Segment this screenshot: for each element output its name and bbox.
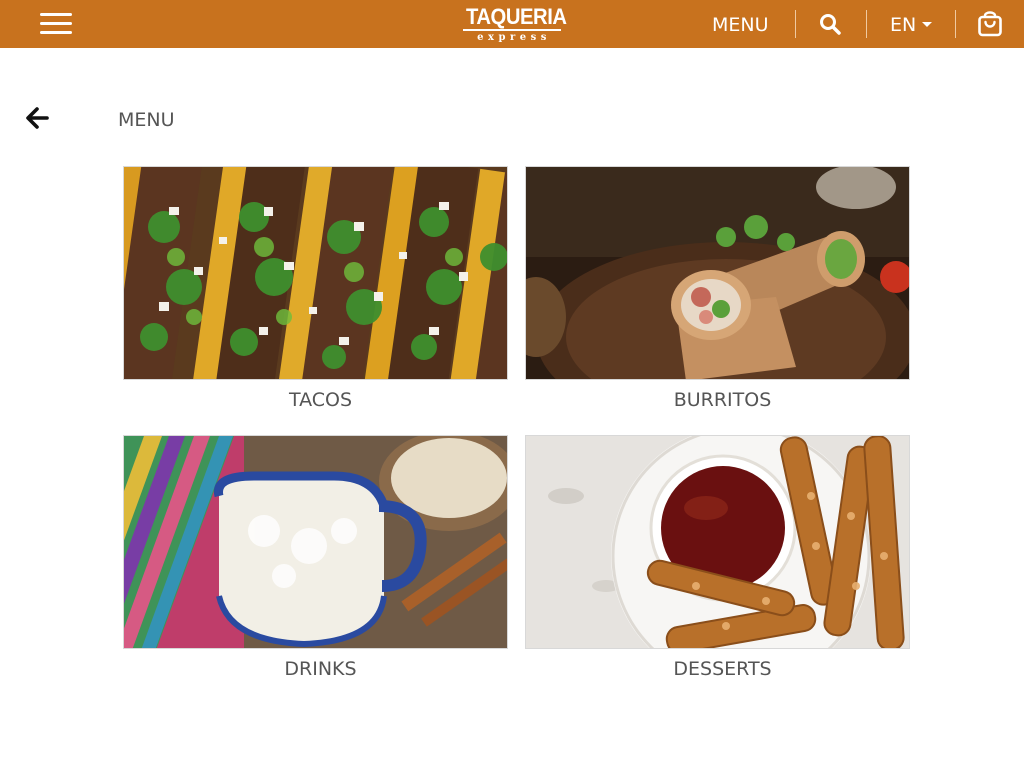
search-icon[interactable] xyxy=(819,13,841,35)
category-card-tacos[interactable]: TACOS xyxy=(123,166,508,411)
hamburger-icon[interactable] xyxy=(40,12,72,36)
desserts-image[interactable] xyxy=(525,435,910,649)
nav-menu-link[interactable]: MENU xyxy=(712,12,769,38)
category-label: DRINKS xyxy=(284,658,357,680)
brand-logo[interactable]: TAQUERIA express xyxy=(462,4,567,44)
category-label: DESSERTS xyxy=(673,658,772,680)
back-arrow-icon[interactable] xyxy=(24,105,50,131)
drinks-image[interactable] xyxy=(123,435,508,649)
nav-divider xyxy=(795,10,796,38)
language-selector[interactable]: EN xyxy=(890,12,933,38)
category-card-drinks[interactable]: DRINKS xyxy=(123,435,508,680)
category-label: TACOS xyxy=(288,389,353,411)
breadcrumb: MENU xyxy=(118,109,175,131)
category-card-desserts[interactable]: DESSERTS xyxy=(525,435,910,680)
category-label: BURRITOS xyxy=(673,389,772,411)
shopping-bag-icon[interactable] xyxy=(977,11,1003,37)
logo-sub-text: express xyxy=(477,32,551,43)
category-card-burritos[interactable]: BURRITOS xyxy=(525,166,910,411)
burritos-image[interactable] xyxy=(525,166,910,380)
tacos-image[interactable] xyxy=(123,166,508,380)
caret-down-icon xyxy=(922,22,933,27)
nav-divider xyxy=(955,10,956,38)
top-navigation-bar: TAQUERIA express MENU EN xyxy=(0,0,1024,48)
nav-divider xyxy=(866,10,867,38)
language-code: EN xyxy=(890,14,917,36)
logo-main-text: TAQUERIA xyxy=(466,4,567,29)
logo-rule xyxy=(463,29,561,31)
